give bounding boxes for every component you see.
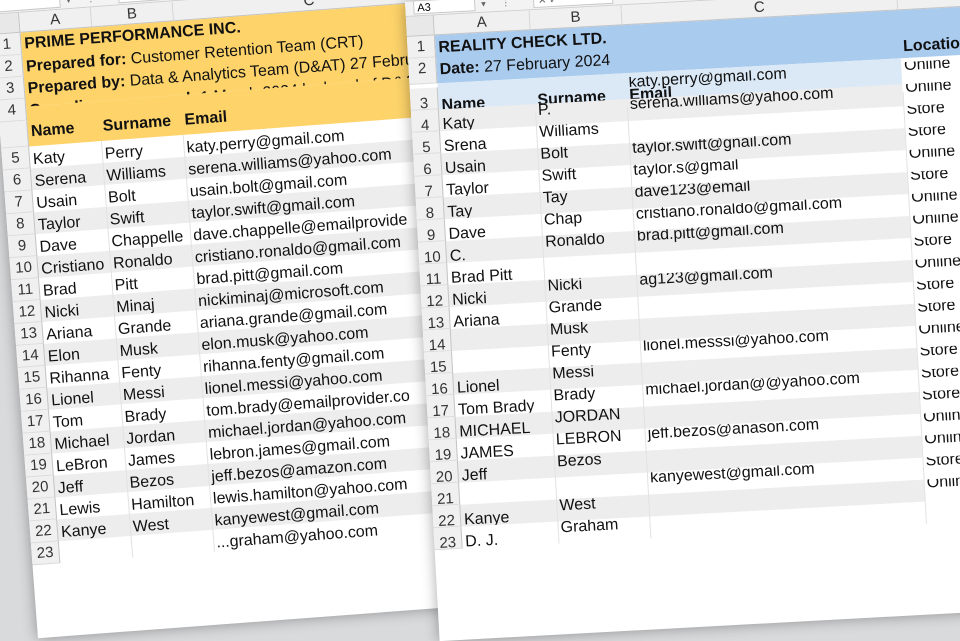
row-number[interactable]: 5 — [1, 146, 31, 171]
row-number[interactable]: 8 — [6, 212, 36, 237]
row-number[interactable]: 13 — [421, 307, 451, 332]
row-number[interactable]: 17 — [426, 394, 456, 420]
row-number[interactable]: 23 — [30, 541, 61, 566]
row-number[interactable] — [0, 120, 30, 149]
name-box[interactable]: A3 — [412, 0, 476, 15]
right-spreadsheet: A3 ▾ ⋮ ✕ ✓ A B C REALITY CHECK LTD. Date:… — [405, 0, 960, 641]
row-number[interactable]: 12 — [420, 285, 450, 310]
row-number[interactable]: 3 — [0, 76, 26, 101]
row-number[interactable]: 21 — [27, 497, 58, 522]
cell-location[interactable]: Online — [901, 56, 960, 84]
row-number[interactable]: 2 — [408, 57, 438, 85]
select-all-corner[interactable] — [405, 15, 435, 37]
cell-surname[interactable] — [131, 530, 214, 558]
date-label: Date: — [439, 59, 481, 79]
row-number[interactable]: 10 — [418, 241, 448, 266]
row-number[interactable]: 14 — [422, 329, 452, 354]
row-number[interactable]: 15 — [423, 350, 454, 376]
row-number[interactable]: 13 — [14, 321, 44, 347]
cell-name[interactable]: D. J. — [461, 522, 558, 549]
row-number[interactable]: 17 — [20, 409, 51, 434]
row-number[interactable]: 22 — [432, 504, 462, 530]
fx-icon: ✕ ✓ — [537, 0, 558, 7]
row-number[interactable]: 14 — [16, 343, 46, 368]
row-number[interactable]: 11 — [419, 263, 449, 288]
row-number[interactable]: 6 — [413, 153, 443, 178]
row-number[interactable]: 2 — [0, 54, 24, 79]
fx-icon: ✕ ✓ — [123, 0, 143, 2]
row-number[interactable]: 7 — [4, 190, 35, 215]
row-number[interactable]: 7 — [414, 175, 444, 200]
chevron-down-icon[interactable]: ▾ — [481, 0, 486, 10]
row-number[interactable]: 11 — [11, 278, 41, 303]
row-number[interactable]: 18 — [427, 416, 457, 442]
row-number[interactable]: 12 — [12, 300, 43, 325]
row-number[interactable]: 1 — [406, 35, 437, 59]
row-number[interactable]: 20 — [429, 460, 460, 486]
row-number[interactable]: 5 — [412, 131, 442, 156]
row-number[interactable]: 20 — [25, 475, 56, 500]
separator-dots-icon: ⋮ — [500, 0, 511, 8]
cell-name[interactable] — [59, 536, 132, 563]
row-number[interactable]: 19 — [428, 438, 458, 464]
row-number[interactable]: 9 — [416, 219, 446, 244]
row-number[interactable]: 4 — [410, 109, 441, 134]
chevron-down-icon[interactable]: ▾ — [66, 0, 71, 6]
row-number[interactable]: 8 — [415, 197, 445, 222]
date-value: 27 February 2024 — [479, 51, 611, 77]
row-number[interactable]: 16 — [425, 372, 455, 398]
cell-surname[interactable]: Graham — [557, 517, 650, 544]
row-number[interactable]: 10 — [9, 256, 39, 281]
row-number[interactable]: 15 — [17, 365, 48, 390]
row-number[interactable]: 16 — [19, 387, 49, 412]
row-number[interactable]: 4 — [0, 98, 28, 123]
separator-dots-icon: ⋮ — [86, 0, 96, 5]
row-number[interactable]: 21 — [431, 482, 461, 508]
row-number[interactable]: 22 — [29, 519, 59, 544]
row-number[interactable]: 23 — [433, 526, 463, 552]
row-number[interactable]: 3 — [409, 87, 439, 112]
row-number[interactable]: 6 — [2, 168, 33, 193]
row-number[interactable]: 18 — [22, 431, 53, 456]
row-number[interactable]: 9 — [7, 234, 38, 259]
select-all-corner[interactable] — [0, 12, 21, 35]
row-number[interactable]: 19 — [24, 453, 54, 478]
row-number[interactable]: 1 — [0, 32, 23, 57]
